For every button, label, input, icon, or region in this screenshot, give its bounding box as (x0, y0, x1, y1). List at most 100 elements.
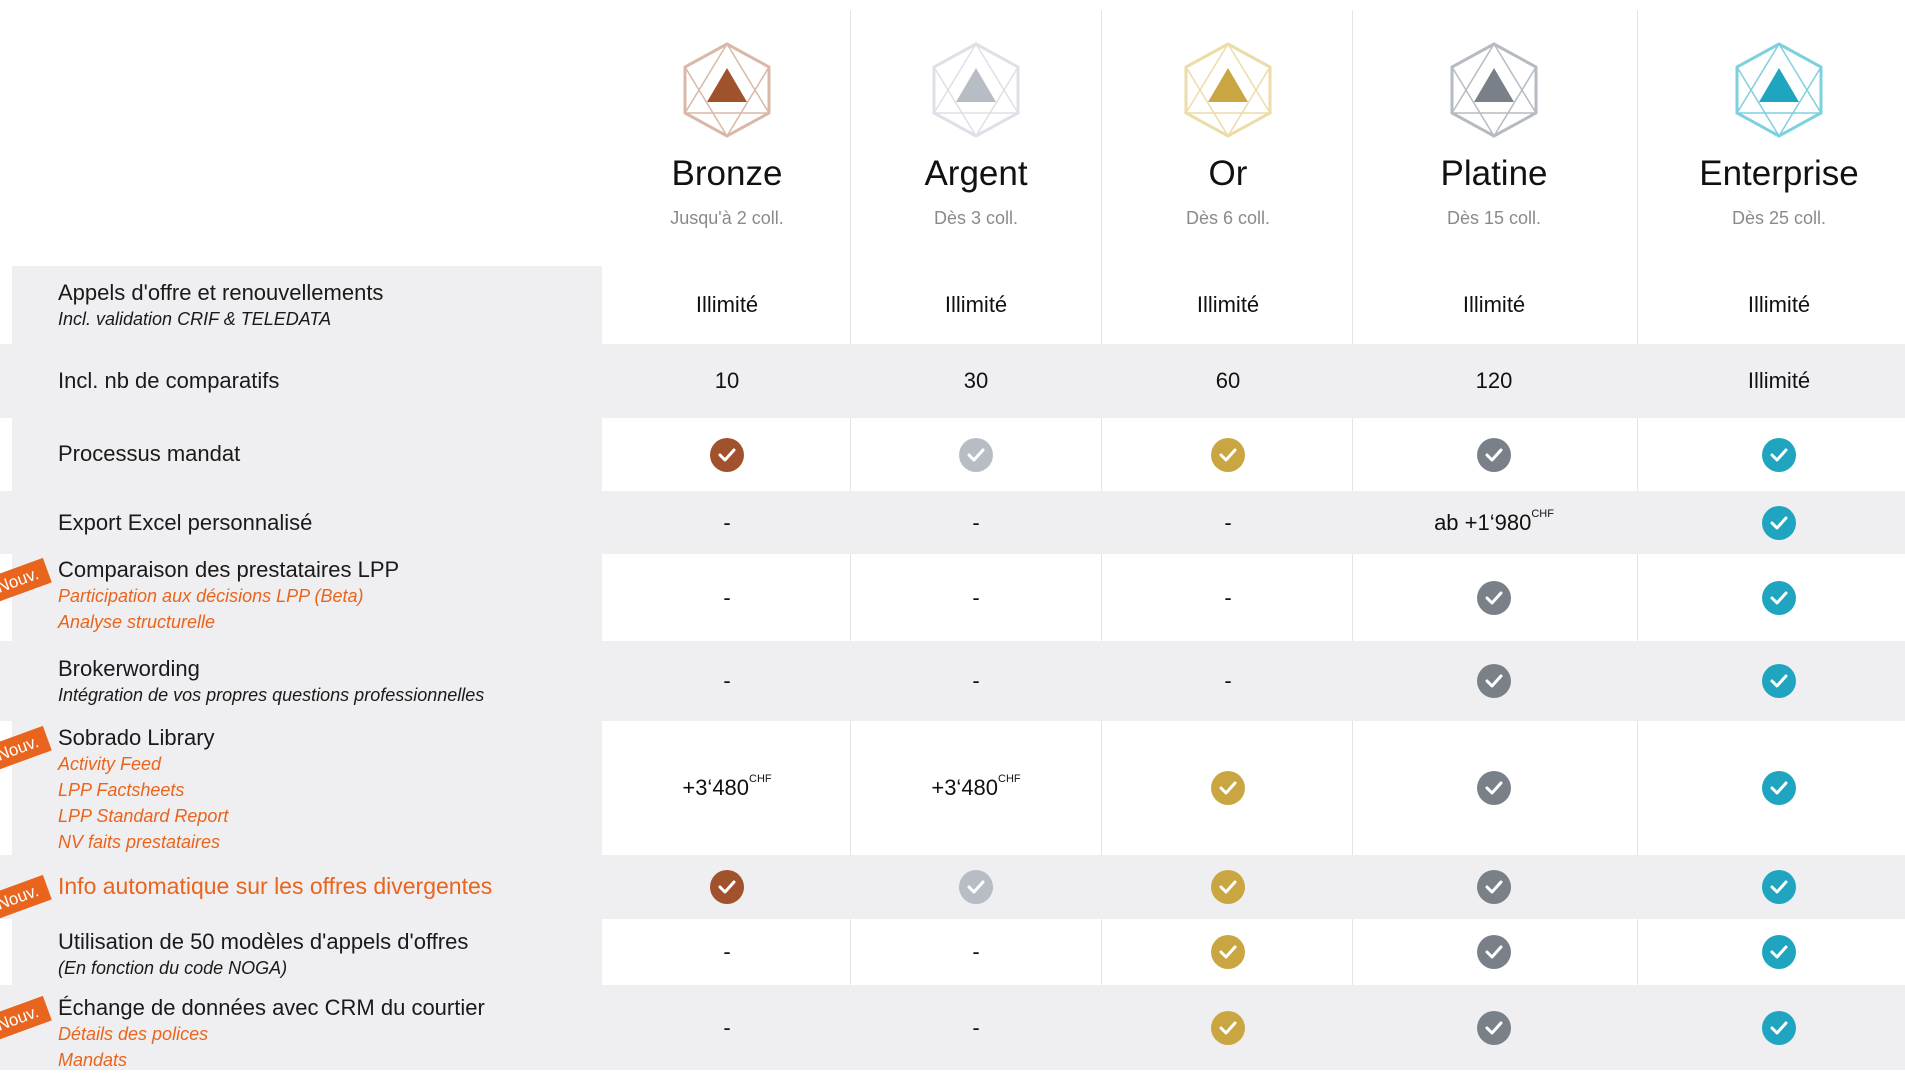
check-icon (959, 870, 993, 904)
check-icon (1211, 870, 1245, 904)
cell-bronze: - (723, 509, 731, 535)
check-icon (1211, 771, 1245, 805)
cell-bronze (710, 437, 744, 472)
feature-subtitle: (En fonction du code NOGA) (58, 958, 288, 978)
currency-sup: CHF (998, 773, 1021, 785)
feature-label: Appels d'offre et renouvellements Incl. v… (58, 279, 383, 332)
feature-subtitle: Participation aux décisions LPP (Beta) (58, 586, 364, 606)
cell-enterprise (1762, 505, 1796, 540)
tier-subtitle: Dès 6 coll. (1185, 208, 1271, 228)
tier-name: Platine (1440, 154, 1548, 193)
tier-hexagon-icon (1184, 42, 1272, 138)
check-icon (1477, 935, 1511, 969)
feature-label: Brokerwording Intégration de vos propres … (58, 655, 484, 708)
feature-label: Processus mandat (58, 440, 240, 467)
tier-name: Enterprise (1699, 154, 1859, 193)
check-icon (1762, 437, 1796, 472)
feature-label: Utilisation de 50 modèles d'appels d'off… (58, 928, 468, 981)
currency-sup: CHF (749, 773, 772, 785)
feature-subtitle: Intégration de vos propres questions pro… (58, 685, 485, 705)
cell-platine: 120 (1475, 368, 1513, 393)
cell-or (1211, 935, 1245, 969)
tier-subtitle: Dès 15 coll. (1446, 208, 1542, 228)
check-icon (1477, 580, 1511, 615)
check-icon (1477, 771, 1511, 805)
cell-or: - (1224, 584, 1232, 610)
feature-title: Incl. nb de comparatifs (58, 368, 280, 393)
check-icon (959, 437, 993, 472)
tier-header-argent: Argent Dès 3 coll. (846, 40, 1106, 229)
cell-argent: - (972, 939, 980, 964)
feature-label: Export Excel personnalisé (58, 509, 312, 536)
tier-header-enterprise: Enterprise Dès 25 coll. (1649, 40, 1905, 229)
feature-row: Sobrado Library Activity Feed LPP Factshee… (0, 721, 1905, 855)
feature-subtitle: Détails des polices (58, 1024, 209, 1044)
cell-enterprise (1762, 580, 1796, 615)
cell-enterprise (1762, 664, 1796, 698)
tier-hexagon-icon (683, 42, 771, 138)
cell-platine: ab +1‘980CHF (1434, 507, 1554, 535)
tier-subtitle: Dès 25 coll. (1731, 208, 1827, 228)
feature-title: Export Excel personnalisé (58, 510, 313, 535)
tier-subtitle: Jusqu'à 2 coll. (670, 208, 784, 228)
cell-or (1211, 870, 1245, 904)
feature-title: Processus mandat (58, 441, 241, 466)
feature-title: Brokerwording (58, 656, 200, 681)
cell-enterprise: Illimité (1747, 368, 1811, 393)
cell-platine (1477, 935, 1511, 969)
cell-or: Illimité (1196, 292, 1260, 317)
cell-platine (1477, 771, 1511, 805)
feature-subtitle: Activity Feed (58, 754, 162, 774)
tier-hexagon-icon (932, 42, 1020, 138)
cell-argent: - (972, 509, 980, 535)
feature-label: Sobrado Library Activity Feed LPP Factshee… (58, 724, 228, 855)
cell-platine (1477, 580, 1511, 615)
feature-row: Processus mandat (0, 418, 1905, 491)
check-icon (1211, 935, 1245, 969)
cell-bronze: - (723, 668, 731, 693)
cell-platine (1477, 870, 1511, 904)
cell-argent: - (972, 584, 980, 610)
check-icon (1477, 1010, 1511, 1045)
feature-label: Incl. nb de comparatifs (58, 367, 279, 394)
feature-label: Échange de données avec CRM du courtier D… (58, 994, 485, 1073)
feature-row: Info automatique sur les offres divergen… (0, 855, 1905, 921)
cell-argent (959, 870, 993, 904)
cell-bronze (710, 870, 744, 904)
cell-argent (959, 437, 993, 472)
feature-title: Utilisation de 50 modèles d'appels d'off… (58, 929, 469, 954)
cell-or (1211, 1010, 1245, 1045)
tier-header-bronze: Bronze Jusqu'à 2 coll. (597, 40, 857, 229)
cell-enterprise (1762, 870, 1796, 904)
cell-argent: - (972, 1014, 980, 1040)
tier-name: Or (1208, 154, 1248, 193)
check-icon (1477, 664, 1511, 698)
tier-header-platine: Platine Dès 15 coll. (1364, 40, 1624, 229)
feature-title: Sobrado Library (58, 725, 215, 750)
check-icon (1211, 1010, 1245, 1045)
cell-bronze: - (723, 939, 731, 964)
feature-label: Info automatique sur les offres divergen… (58, 873, 492, 900)
check-icon (1762, 935, 1796, 969)
cell-platine (1477, 664, 1511, 698)
feature-row: Brokerwording Intégration de vos propres … (0, 641, 1905, 721)
tier-hexagon-icon (1450, 42, 1538, 138)
feature-row: Utilisation de 50 modèles d'appels d'off… (0, 919, 1905, 985)
feature-subtitle: Incl. validation CRIF & TELEDATA (58, 309, 332, 329)
tier-subtitle: Dès 3 coll. (933, 208, 1019, 228)
feature-row: Incl. nb de comparatifs 10 30 60 120 Illimité (0, 344, 1905, 418)
cell-argent: - (972, 668, 980, 693)
feature-title: Comparaison des prestataires LPP (58, 557, 400, 582)
tier-name: Bronze (671, 154, 783, 193)
cell-enterprise: Illimité (1747, 292, 1811, 317)
feature-title: Info automatique sur les offres divergen… (58, 873, 493, 899)
tier-hexagon-icon (1735, 42, 1823, 138)
cell-or (1211, 437, 1245, 472)
cell-enterprise (1762, 1010, 1796, 1045)
check-icon (1762, 771, 1796, 805)
feature-row: Export Excel personnalisé - - - ab +1‘980CHF (0, 491, 1905, 554)
feature-subtitle: LPP Factsheets (58, 780, 185, 800)
cell-or: 60 (1215, 368, 1241, 393)
check-icon (1762, 505, 1796, 540)
check-icon (710, 437, 744, 472)
